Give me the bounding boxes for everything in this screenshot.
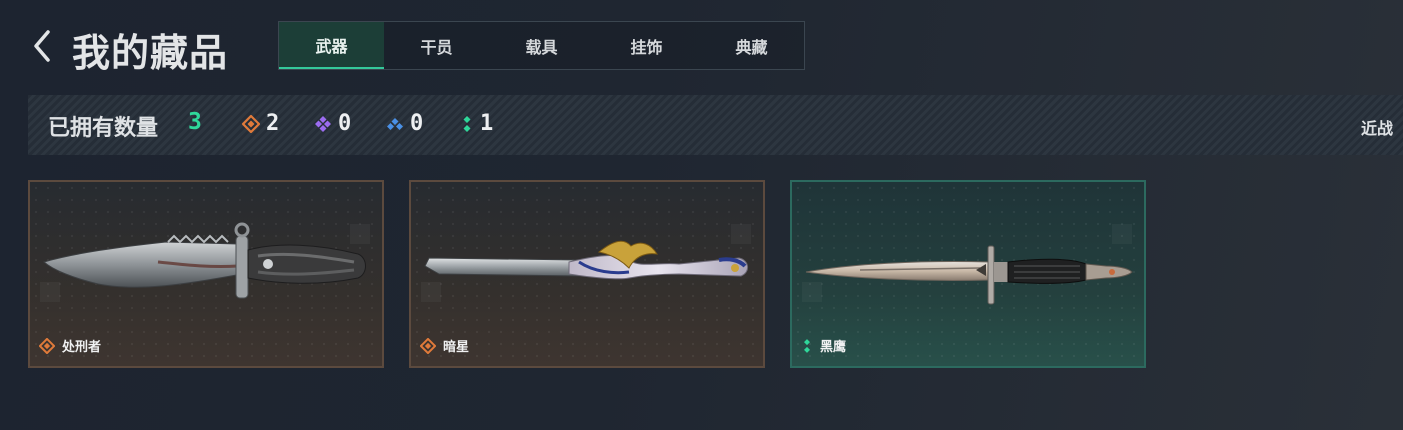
rarity-count-orange: 2 — [242, 112, 279, 136]
rarity-count-purple: 0 — [314, 112, 351, 136]
tab-charms[interactable]: 挂饰 — [594, 22, 699, 69]
weapon-name: 黑鹰 — [820, 340, 847, 355]
purple-diamond-icon — [315, 116, 331, 132]
rarity-count-value: 0 — [338, 111, 352, 136]
chevron-left-icon — [34, 30, 50, 62]
tab-vehicles[interactable]: 载具 — [489, 22, 594, 69]
back-button[interactable] — [28, 26, 58, 66]
orange-diamond-icon — [242, 115, 260, 133]
rarity-count-blue: 0 — [386, 112, 423, 136]
combat-knife-image — [42, 222, 366, 299]
green-diamond-icon — [463, 116, 471, 132]
weapon-card-dark-star[interactable]: 暗星 — [409, 180, 765, 368]
weapon-name-row: 黑鹰 — [801, 336, 846, 355]
rarity-count-green: 1 — [460, 112, 493, 136]
bayonet-knife-image — [805, 245, 1133, 305]
tab-collection[interactable]: 典藏 — [699, 22, 804, 69]
rarity-count-value: 0 — [410, 111, 424, 136]
tab-weapons[interactable]: 武器 — [279, 22, 384, 69]
weapon-name-row: 处刑者 — [39, 336, 101, 355]
weapon-name: 处刑者 — [62, 340, 102, 355]
rarity-count-value: 2 — [266, 111, 280, 136]
tab-operators[interactable]: 干员 — [384, 22, 489, 69]
orange-diamond-icon — [39, 337, 55, 354]
ownership-stats-bar: 已拥有数量 3 2 0 0 1 近战 — [28, 95, 1403, 155]
owned-count-label: 已拥有数量 — [48, 116, 159, 141]
weapon-card-executioner[interactable]: 处刑者 — [28, 180, 384, 368]
weapon-card-black-hawk[interactable]: 黑鹰 — [790, 180, 1146, 368]
green-diamond-icon — [804, 338, 810, 353]
weapon-name: 暗星 — [443, 340, 470, 355]
weapon-name-row: 暗星 — [420, 336, 469, 355]
orange-diamond-icon — [420, 337, 436, 354]
ornate-knife-image — [424, 240, 748, 280]
page-title: 我的藏品 — [72, 31, 229, 75]
weapon-category-label[interactable]: 近战 — [1361, 115, 1393, 139]
rarity-count-value: 1 — [480, 111, 494, 136]
owned-count-value: 3 — [188, 109, 202, 135]
blue-diamond-icon — [387, 118, 403, 130]
category-tabs: 武器 干员 载具 挂饰 典藏 — [278, 21, 805, 70]
